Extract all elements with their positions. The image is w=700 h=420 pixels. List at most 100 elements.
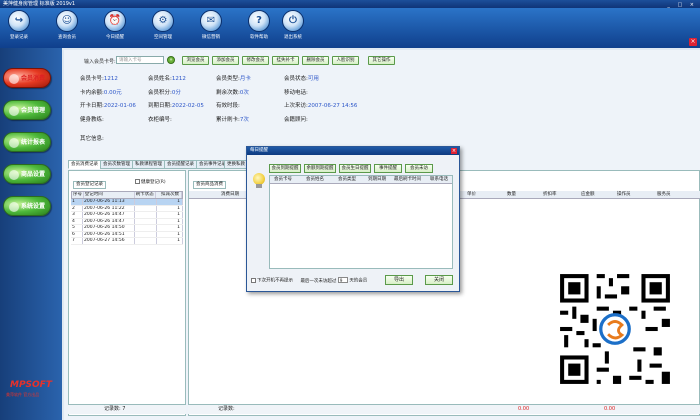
field-label: 累计刷卡:	[216, 117, 240, 123]
field-label: 会员状态:	[284, 76, 308, 82]
toolbar-exit-button[interactable]: ⏻ 退出系统	[276, 10, 310, 40]
field-value: 2022-02-05	[171, 103, 204, 109]
column-header[interactable]: 会员类型	[338, 176, 356, 183]
close-icon[interactable]: ×	[689, 38, 697, 46]
sidebar-item-members[interactable]: 会员管理	[3, 100, 51, 120]
column-header[interactable]: 折扣率	[543, 191, 557, 198]
tab-event[interactable]: 事件提醒	[374, 164, 402, 173]
column-header[interactable]: 登记时间	[84, 192, 135, 198]
card-search-input[interactable]: 请输入卡号	[116, 56, 164, 64]
column-header[interactable]: 会员卡号	[274, 176, 292, 183]
window-title: 美萍健身房管理 标准版 2019v1	[3, 1, 76, 7]
tab-not-visited[interactable]: 会员未访	[405, 164, 433, 173]
column-header[interactable]: 操作员	[617, 191, 631, 198]
tab-count-management[interactable]: 会员次数管理	[100, 160, 133, 169]
column-header[interactable]: 最后刷卡时间	[394, 176, 421, 183]
dialog-close-icon[interactable]: ×	[451, 148, 457, 154]
tab-change-coach[interactable]: 更换私教	[224, 160, 248, 169]
tab-consume-records[interactable]: 会员消费记录	[68, 160, 101, 169]
toolbar: ↪ 登录记录 ☺ 查询会员 ⏰ 今日提醒 ⚙ 空间管理 ✉ 微信营销 ? 软件帮…	[0, 8, 700, 48]
cell	[135, 238, 157, 244]
export-button[interactable]: 导出	[385, 275, 413, 285]
days-input[interactable]: 9	[337, 277, 348, 283]
field-value: 2022-01-06	[103, 103, 136, 109]
cell: 1	[157, 212, 183, 218]
field-label: 会籍顾问:	[284, 117, 308, 123]
add-member-button[interactable]: 添加会员	[212, 56, 239, 65]
sidebar-item-reports[interactable]: 统计报表	[3, 132, 51, 152]
tab-goods-consumption[interactable]: 会员商品消费	[193, 181, 226, 189]
cell: 1	[157, 231, 183, 237]
info-coach: 健身教练:	[80, 115, 104, 123]
tab-birthday[interactable]: 会员生日提醒	[339, 164, 371, 173]
sidebar-item-label: 统计报表	[20, 139, 45, 146]
reminder-table: 会员卡号 会员姓名 会员类型 到期日期 最后刷卡时间 联系电话	[269, 175, 453, 269]
search-member-icon: ☺	[56, 10, 78, 32]
edit-member-button[interactable]: 修改会员	[242, 56, 269, 65]
other-actions-button[interactable]: 其它操作	[368, 56, 395, 65]
tab-reminder-records[interactable]: 会员提醒记录	[164, 160, 197, 169]
toolbar-space-button[interactable]: ⚙ 空间管理	[146, 10, 180, 40]
cell: 2007-06-26 14:47	[83, 212, 135, 218]
no-remind-checkbox[interactable]	[251, 277, 256, 283]
toolbar-reminder-button[interactable]: ⏰ 今日提醒	[98, 10, 132, 40]
days-prefix: 最后一次未访超过	[300, 278, 337, 284]
cell: 1	[157, 205, 183, 211]
replace-card-button[interactable]: 挂失补卡	[272, 56, 299, 65]
info-open-date: 开卡日期:2022-01-06	[80, 101, 136, 109]
face-recognition-button[interactable]: 人脸识别	[332, 56, 359, 65]
toolbar-label: 空间管理	[154, 35, 172, 40]
sidebar-item-settings[interactable]: 系统设置	[3, 196, 51, 216]
delete-member-button[interactable]: 删除会员	[302, 56, 329, 65]
toolbar-login-button[interactable]: ↪ 登录记录	[2, 10, 36, 40]
tab-private-courses[interactable]: 私教课程管理	[132, 160, 165, 169]
footer-total: 0.00	[604, 406, 616, 412]
table-row[interactable]: 7 2007-06-27 14:56 1	[71, 238, 183, 245]
cell: 2007-06-26 14:51	[83, 231, 135, 237]
button-dot-icon	[8, 73, 19, 84]
column-header[interactable]: 序号	[72, 192, 84, 198]
column-header[interactable]: 消费日期	[221, 191, 239, 198]
cell: 1	[157, 199, 183, 205]
search-placeholder: 请输入卡号	[119, 58, 142, 63]
field-label: 剩余次数:	[216, 90, 240, 96]
column-header[interactable]: 扣减次数	[156, 192, 182, 198]
column-header[interactable]: 应金额	[581, 191, 595, 198]
tab-balance-expiry[interactable]: 余额到期提醒	[304, 164, 336, 173]
column-header[interactable]: 会员姓名	[306, 176, 324, 183]
browse-members-button[interactable]: 浏览会员	[182, 56, 209, 65]
info-last-visit: 上次来访:2007-06-27 14:56	[284, 101, 357, 109]
toolbar-help-button[interactable]: ? 软件帮助	[242, 10, 276, 40]
column-header[interactable]: 刷卡状态	[135, 192, 157, 198]
table-header: 序号 登记时间 刷卡状态 扣减次数	[71, 191, 183, 199]
column-header[interactable]: 单价	[467, 191, 476, 198]
search-go-button[interactable]: »	[167, 56, 175, 64]
toolbar-label: 今日提醒	[106, 35, 124, 40]
cell: 6	[71, 231, 83, 237]
sidebar-item-consume[interactable]: 会员消费	[3, 68, 51, 88]
field-value: 1212	[171, 76, 186, 82]
dialog-options: 下次开机不再提示 最后一次未访超过 9 天的会员	[251, 277, 367, 284]
column-header[interactable]: 数量	[507, 191, 516, 198]
column-header[interactable]: 服务员	[657, 191, 671, 198]
health-checkbox[interactable]: 健康登记(R)	[135, 179, 166, 185]
tab-checkin-records[interactable]: 会员登记记录	[73, 181, 106, 189]
cell: 1	[157, 225, 183, 231]
toolbar-wechat-button[interactable]: ✉ 微信营销	[194, 10, 228, 40]
cell: 2007-06-26 11:22	[83, 205, 135, 211]
consumption-footer: 记录数: 0.00 0.00	[188, 404, 700, 414]
power-icon: ⏻	[282, 10, 304, 32]
column-header[interactable]: 联系电话	[430, 176, 448, 183]
cell	[135, 199, 157, 205]
sidebar-item-label: 会员管理	[20, 107, 45, 114]
tab-member-expiry[interactable]: 会员到期提醒	[269, 164, 301, 173]
field-value: 0.00元	[103, 90, 122, 96]
toolbar-label: 查询会员	[58, 35, 76, 40]
sidebar-item-label: 会员消费	[20, 75, 45, 82]
field-value: 可用	[307, 76, 319, 82]
qr-code-image	[556, 270, 674, 388]
close-button[interactable]: 关闭	[425, 275, 453, 285]
sidebar-item-goods[interactable]: 商品设置	[3, 164, 51, 184]
toolbar-search-member-button[interactable]: ☺ 查询会员	[50, 10, 84, 40]
column-header[interactable]: 到期日期	[368, 176, 386, 183]
